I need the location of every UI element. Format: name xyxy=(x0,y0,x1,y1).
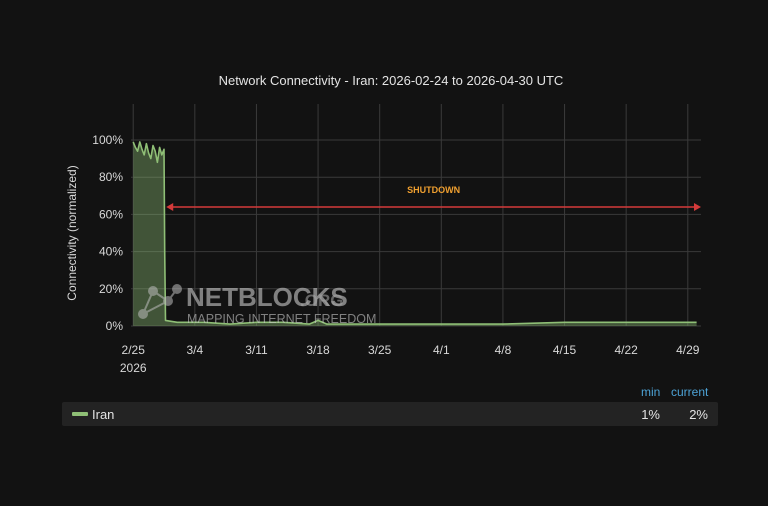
arrowhead-right-icon xyxy=(694,202,701,211)
legend-swatch xyxy=(72,412,88,416)
x-tick-sublabel: 2026 xyxy=(120,361,147,375)
watermark-tagline: MAPPING INTERNET FREEDOM xyxy=(187,312,376,326)
y-tick-label: 40% xyxy=(99,245,123,259)
watermark-suffix: .ORG xyxy=(300,291,343,310)
legend-header-current: current xyxy=(671,385,709,399)
x-tick-label: 4/29 xyxy=(676,343,700,357)
x-tick-label: 4/1 xyxy=(433,343,450,357)
y-tick-label: 0% xyxy=(106,319,124,333)
y-axis-title: Connectivity (normalized) xyxy=(65,165,79,300)
legend-header-min: min xyxy=(641,385,661,399)
legend-min-value: 1% xyxy=(641,407,660,422)
legend-row-iran[interactable]: Iran 1% 2% xyxy=(62,402,718,426)
x-tick-label: 4/15 xyxy=(553,343,577,357)
shutdown-label: SHUTDOWN xyxy=(407,185,460,195)
x-tick-label: 4/22 xyxy=(614,343,638,357)
y-tick-label: 100% xyxy=(92,133,123,147)
x-tick-label: 4/8 xyxy=(495,343,512,357)
shutdown-annotation: SHUTDOWN xyxy=(166,185,701,211)
y-tick-label: 60% xyxy=(99,207,123,221)
y-tick-label: 20% xyxy=(99,282,123,296)
x-tick-label: 3/18 xyxy=(306,343,330,357)
x-tick-label: 2/25 xyxy=(122,343,146,357)
legend-series-name[interactable]: Iran xyxy=(92,407,114,422)
legend-current-value: 2% xyxy=(689,407,708,422)
x-tick-label: 3/11 xyxy=(245,343,268,357)
x-tick-label: 3/4 xyxy=(186,343,203,357)
y-tick-label: 80% xyxy=(99,170,123,184)
netblocks-watermark: NETBLOCKS .ORG MAPPING INTERNET FREEDOM xyxy=(138,282,376,326)
x-tick-label: 3/25 xyxy=(368,343,392,357)
arrowhead-left-icon xyxy=(166,202,174,211)
chart-plot: NETBLOCKS .ORG MAPPING INTERNET FREEDOM … xyxy=(65,104,701,375)
